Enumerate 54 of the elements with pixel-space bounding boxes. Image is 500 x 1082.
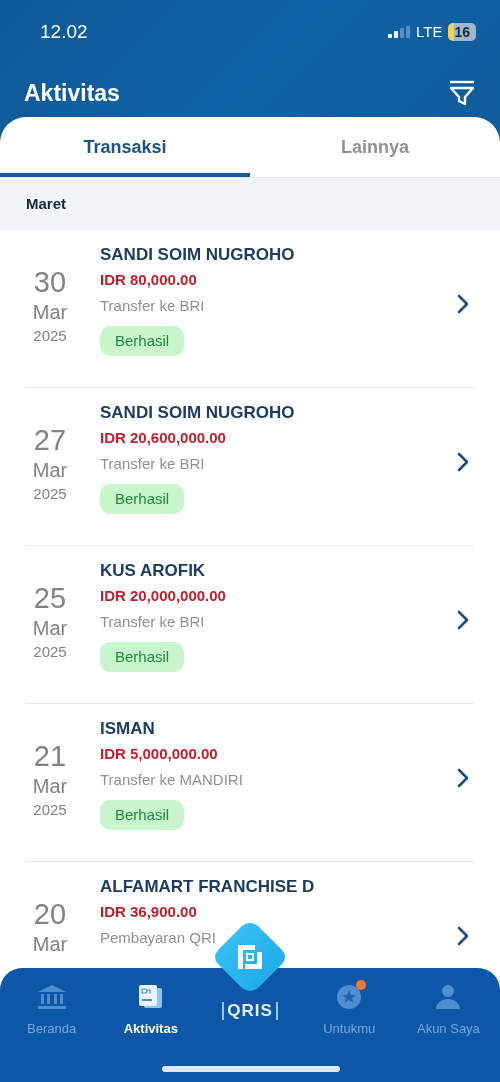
chevron-right-icon[interactable]	[457, 768, 469, 788]
recipient-name: SANDI SOIM NUGROHO	[100, 402, 295, 424]
bank-icon	[36, 984, 67, 1010]
date-day: 20	[33, 897, 67, 931]
transaction-description: Transfer ke BRI	[100, 454, 205, 474]
chevron-right-icon[interactable]	[457, 610, 469, 630]
date-month: Mar	[32, 300, 68, 325]
page-title: Aktivitas	[24, 79, 120, 108]
chevron-right-icon[interactable]	[457, 452, 469, 472]
battery-indicator: 16	[448, 23, 476, 41]
section-header: Maret	[0, 178, 500, 230]
transaction-description: Transfer ke BRI	[100, 612, 205, 632]
status-badge: Berhasil	[100, 642, 185, 672]
filter-icon[interactable]	[448, 79, 476, 108]
transaction-description: Transfer ke MANDIRI	[100, 770, 243, 790]
status-badge: Berhasil	[100, 326, 185, 356]
recipient-name: KUS AROFIK	[100, 560, 206, 582]
amount: IDR 5,000,000.00	[100, 744, 218, 764]
recipient-name: SANDI SOIM NUGROHO	[100, 244, 295, 266]
network-label: LTE	[416, 21, 443, 42]
status-badge: Berhasil	[100, 800, 185, 830]
receipt-icon	[137, 984, 164, 1010]
date-day: 25	[33, 581, 67, 615]
nav-item[interactable]: Akun Saya	[398, 982, 498, 1082]
date-day: 30	[33, 265, 67, 299]
amount: IDR 80,000.00	[100, 270, 197, 290]
amount: IDR 20,600,000.00	[100, 428, 226, 448]
date-year: 2025	[33, 484, 67, 504]
date-month: Mar	[32, 616, 68, 641]
clock: 12.02	[40, 19, 88, 44]
date-month: Mar	[32, 932, 68, 957]
amount: IDR 20,000,000.00	[100, 586, 226, 606]
chevron-right-icon[interactable]	[457, 926, 469, 946]
recipient-name: ISMAN	[100, 718, 155, 740]
star-badge-icon	[336, 984, 363, 1010]
amount: IDR 36,900.00	[100, 902, 197, 922]
nav-item[interactable]: Beranda	[2, 982, 102, 1082]
date-year: 2025	[33, 642, 67, 662]
date-month: Mar	[32, 774, 68, 799]
chevron-right-icon[interactable]	[457, 294, 469, 314]
date-day: 21	[33, 739, 67, 773]
status-badge: Berhasil	[100, 484, 185, 514]
person-icon	[435, 984, 462, 1010]
recipient-name: ALFAMART FRANCHISE D	[100, 876, 315, 898]
transaction-description: Transfer ke BRI	[100, 296, 205, 316]
transaction-description: Pembayaran QRI	[100, 928, 216, 948]
tab[interactable]: Lainnya	[250, 117, 500, 177]
qris-logo[interactable]: QRIS	[222, 1002, 278, 1020]
qris-scan-button[interactable]	[214, 922, 286, 992]
date-day: 27	[33, 423, 67, 457]
date-year: 2025	[33, 800, 67, 820]
date-month: Mar	[32, 458, 68, 483]
date-year: 2025	[33, 326, 67, 346]
signal-icon	[388, 26, 410, 38]
